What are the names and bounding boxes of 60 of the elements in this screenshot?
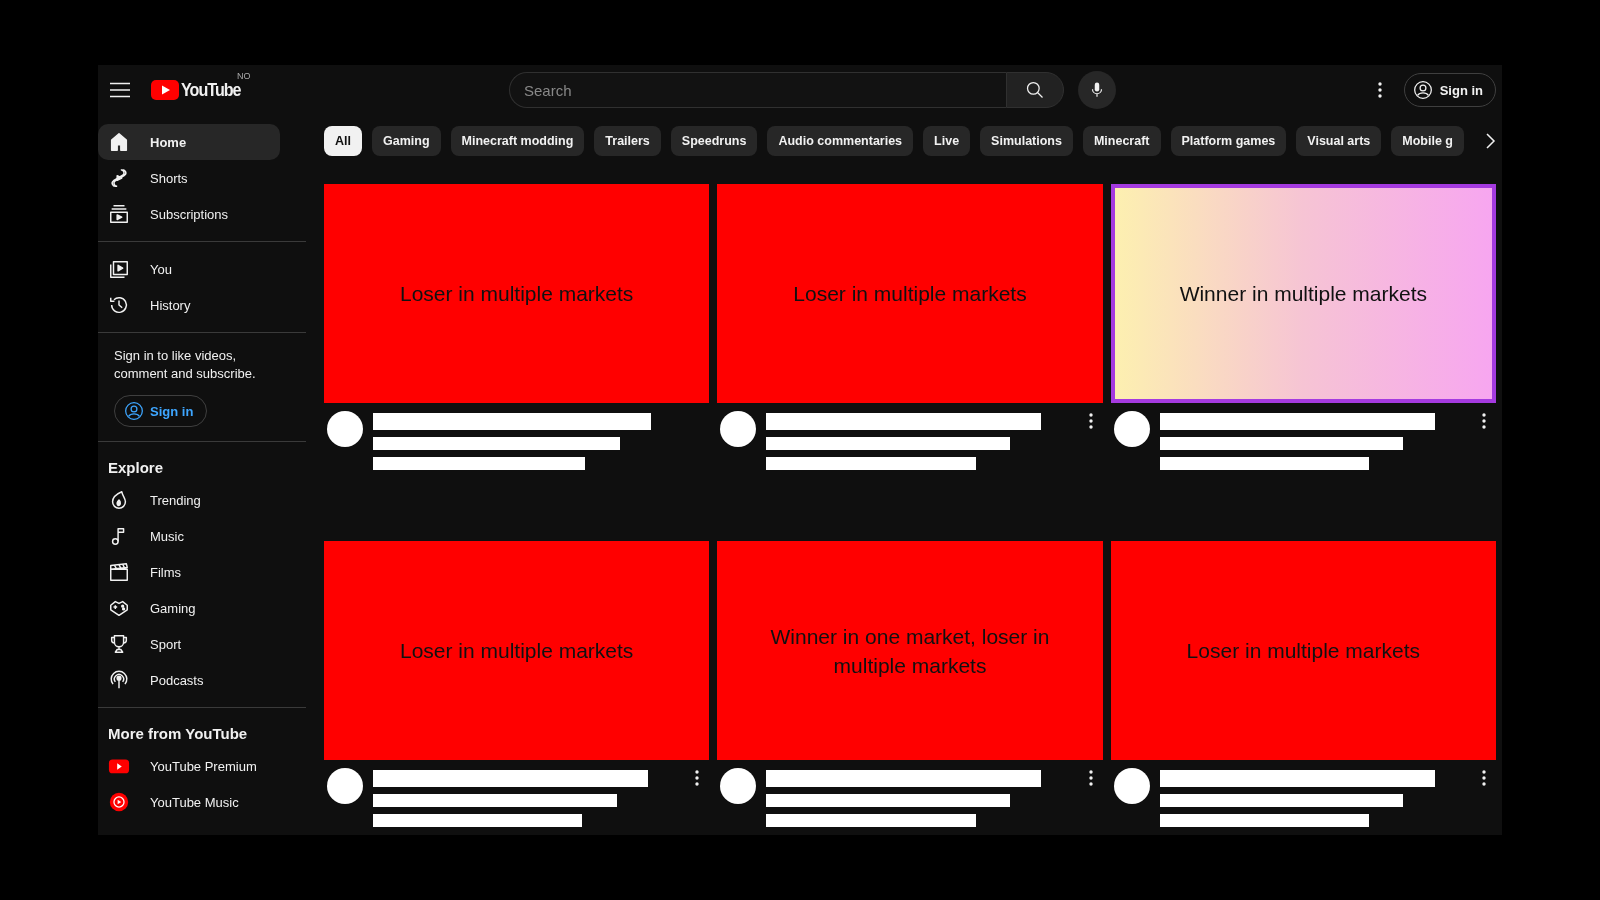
- account-icon: [124, 401, 144, 421]
- filter-chip[interactable]: Audio commentaries: [767, 126, 914, 156]
- account-icon: [1412, 80, 1433, 100]
- avatar-placeholder: [720, 411, 757, 447]
- filter-chip[interactable]: Minecraft: [1082, 126, 1161, 156]
- sidebar-item[interactable]: YouTube Premium: [98, 748, 280, 784]
- subscriptions-icon: [108, 203, 130, 225]
- avatar-placeholder: [720, 768, 757, 804]
- logo-text[interactable]: YouTube: [181, 79, 241, 101]
- sidebar-item[interactable]: Music: [98, 518, 280, 554]
- sidebar-item[interactable]: Shorts: [98, 160, 280, 196]
- section-title: Explore: [107, 458, 165, 478]
- sidebar-item[interactable]: YouTube Music: [98, 784, 280, 820]
- filter-chip[interactable]: Gaming: [372, 126, 441, 156]
- sign-in-prompt: Sign in to like videos, comment and subscribe.: [114, 347, 257, 383]
- sidebar-item[interactable]: History: [98, 287, 280, 323]
- filter-chip[interactable]: All: [324, 126, 362, 156]
- filter-chip[interactable]: Mobile g: [1391, 126, 1464, 156]
- sidebar-item[interactable]: Home: [98, 124, 280, 160]
- sidebar-item[interactable]: Sport: [98, 626, 280, 662]
- filter-chip[interactable]: Live: [923, 126, 971, 156]
- history-icon: [108, 294, 130, 316]
- video-library-icon: [108, 258, 130, 280]
- search-field[interactable]: Search: [509, 72, 1006, 108]
- podcast-icon: [108, 669, 130, 691]
- video-thumbnail[interactable]: Loser in multiple markets: [717, 184, 1103, 403]
- menu-icon[interactable]: [110, 82, 130, 98]
- sidebar-item[interactable]: Films: [98, 554, 280, 590]
- avatar-placeholder: [327, 411, 363, 447]
- filter-chip[interactable]: Trailers: [594, 126, 661, 156]
- avatar-placeholder: [1113, 768, 1150, 804]
- filter-chip[interactable]: Platform games: [1170, 126, 1287, 156]
- filter-chip[interactable]: Simulations: [980, 126, 1073, 156]
- sidebar-item[interactable]: Podcasts: [98, 662, 280, 698]
- video-thumbnail[interactable]: Winner in multiple markets: [1110, 184, 1496, 403]
- video-thumbnail[interactable]: Winner in one market, loser in multiple markets: [717, 541, 1103, 760]
- avatar-placeholder: [327, 768, 363, 804]
- search-button[interactable]: [1006, 72, 1064, 108]
- microphone-button[interactable]: [1078, 71, 1116, 109]
- section-title: More from YouTube: [107, 724, 249, 744]
- video-thumbnail[interactable]: Loser in multiple markets: [324, 541, 710, 760]
- filter-chip[interactable]: Minecraft modding: [450, 126, 585, 156]
- music-logo-icon: [108, 791, 130, 813]
- home-icon: [108, 131, 130, 153]
- filter-chip[interactable]: Visual arts: [1296, 126, 1382, 156]
- sidebar-item[interactable]: Gaming: [98, 590, 280, 626]
- shorts-icon: [108, 167, 130, 189]
- avatar-placeholder: [1113, 411, 1150, 447]
- trophy-icon: [108, 633, 130, 655]
- sidebar-item[interactable]: Trending: [98, 482, 280, 518]
- video-thumbnail[interactable]: Loser in multiple markets: [1110, 541, 1496, 760]
- sidebar-item[interactable]: You: [98, 251, 280, 287]
- clapperboard-icon: [108, 561, 130, 583]
- sidebar-item[interactable]: Subscriptions: [98, 196, 280, 232]
- chevron-right-icon[interactable]: [1484, 132, 1496, 150]
- play-logo-icon: [151, 80, 179, 100]
- video-thumbnail[interactable]: Loser in multiple markets: [324, 184, 710, 403]
- country-code: NO: [237, 71, 251, 81]
- search-icon: [1025, 80, 1045, 100]
- filter-chip[interactable]: Speedruns: [670, 126, 758, 156]
